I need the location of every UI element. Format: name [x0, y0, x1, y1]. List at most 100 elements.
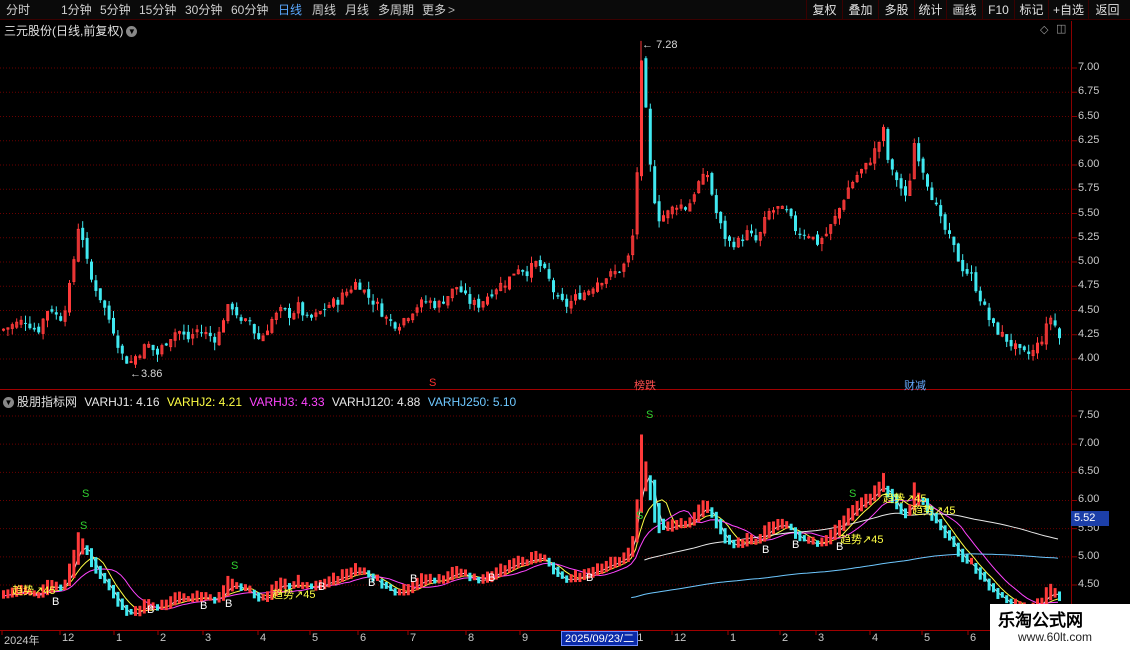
indicator-bar: [534, 550, 538, 564]
candle-body: [248, 320, 252, 322]
sell-signal: S: [849, 488, 856, 500]
indicator-bar: [103, 572, 107, 584]
candle-body: [477, 298, 481, 308]
draw-line-button[interactable]: 画线: [946, 0, 982, 20]
period-tab-weekly[interactable]: 周线: [312, 0, 336, 20]
indicator-bar: [512, 558, 516, 571]
indicator-chart[interactable]: SSSSSSBB B BB B B B BB B B: [0, 391, 1130, 630]
period-tab-30min[interactable]: 30分钟: [185, 0, 222, 20]
stock-title: 三元股份(日线,前复权): [4, 24, 124, 38]
indicator-bar: [824, 535, 828, 547]
candle-body: [81, 227, 85, 240]
selected-date-badge[interactable]: 2025/09/23/二: [561, 631, 639, 646]
period-tab-5min[interactable]: 5分钟: [100, 0, 131, 20]
period-tab-15min[interactable]: 15分钟: [139, 0, 176, 20]
period-tab-multi[interactable]: 多周期: [378, 0, 414, 20]
mark-button[interactable]: 标记: [1014, 0, 1048, 20]
indicator-tick-label: 6.50: [1078, 465, 1100, 478]
period-tab-1min[interactable]: 1分钟: [61, 0, 92, 20]
candle-body: [794, 215, 797, 232]
buy-signal: B: [762, 544, 769, 556]
candle-body: [393, 322, 397, 329]
diamond-icon[interactable]: ◇: [1040, 23, 1048, 36]
event-marker-s[interactable]: S: [429, 377, 436, 389]
candle-body: [208, 332, 212, 337]
candle-body: [895, 172, 899, 181]
indicator-bar: [459, 568, 463, 577]
indicator-bar: [156, 604, 159, 611]
add-watchlist-button[interactable]: +自选: [1048, 0, 1088, 20]
sell-signal: S: [231, 560, 238, 572]
panel-toggle-icon[interactable]: ◫: [1056, 22, 1066, 35]
candle-body: [970, 272, 973, 274]
indicator-bar: [692, 512, 696, 526]
price-tick-label: 6.00: [1078, 158, 1100, 170]
indicator-bar: [789, 523, 793, 531]
time-tick-label: 3: [205, 632, 212, 644]
stats-button[interactable]: 统计: [914, 0, 946, 20]
adjust-button[interactable]: 复权: [806, 0, 842, 20]
period-tab-monthly[interactable]: 月线: [345, 0, 369, 20]
period-tab-daily[interactable]: 日线: [278, 0, 302, 20]
indicator-bar: [666, 521, 670, 532]
indicator-bar: [406, 584, 410, 596]
indicator-bar: [556, 566, 560, 577]
candle-body: [899, 178, 903, 189]
candle-body: [552, 280, 555, 293]
period-tab-more[interactable]: 更多 >: [422, 0, 455, 20]
indicator-bar: [543, 554, 547, 562]
indicator-bar: [578, 572, 582, 583]
period-tab-60min[interactable]: 60分钟: [231, 0, 268, 20]
indicator-bar: [679, 518, 683, 529]
indicator-bar: [833, 524, 837, 541]
indicator-bar: [754, 538, 758, 545]
candle-body: [459, 286, 463, 293]
time-tick-label: 12: [674, 632, 687, 644]
price-tick-label: 4.75: [1078, 279, 1100, 292]
candle-body: [336, 299, 340, 305]
indicator-bar: [358, 567, 362, 576]
candle-body: [538, 260, 542, 267]
chevron-down-icon[interactable]: ▼: [126, 26, 138, 38]
back-button[interactable]: 返回: [1088, 0, 1126, 20]
trend-label-5: 趋势↗45: [12, 585, 56, 597]
time-tick-label: 4: [260, 632, 267, 644]
indicator-bar: [970, 557, 973, 565]
indicator-bar: [112, 584, 115, 599]
indicator-bar: [684, 520, 687, 529]
indicator-bar: [217, 591, 221, 603]
indicator-bar: [648, 475, 652, 501]
indicator-tick-label: 4.50: [1078, 577, 1100, 590]
candlestick-chart[interactable]: [0, 21, 1130, 390]
indicator-bar: [424, 574, 428, 586]
candle-body: [24, 322, 27, 324]
indicator-bar: [120, 598, 124, 610]
indicator-bar: [72, 549, 76, 579]
indicator-bar: [851, 505, 855, 521]
candle-body: [32, 327, 36, 330]
indicator-bar: [178, 591, 181, 604]
candle-body: [978, 290, 982, 302]
indicator-bar: [81, 538, 85, 555]
period-tab-timeshare[interactable]: 分时: [6, 0, 30, 20]
indicator-bar: [230, 578, 234, 592]
multi-stock-button[interactable]: 多股: [878, 0, 914, 20]
watermark-url: www.60lt.com: [1018, 630, 1093, 644]
indicator-bar: [758, 534, 762, 544]
candle-body: [556, 295, 560, 297]
candle-body: [1053, 320, 1057, 326]
indicator-bar: [472, 573, 476, 581]
indicator-bar: [76, 532, 80, 565]
f10-button[interactable]: F10: [982, 0, 1014, 20]
overlay-button[interactable]: 叠加: [842, 0, 878, 20]
candle-body: [310, 314, 313, 318]
candle-body: [116, 335, 120, 348]
indicator-bar: [208, 594, 212, 601]
candle-body: [59, 316, 63, 321]
candle-body: [886, 129, 890, 160]
indicator-bar: [129, 608, 133, 615]
price-axis: 7.00 6.75 6.50 6.25 6.00 5.75 5.50 5.25 5.00 4.75…: [1072, 21, 1130, 390]
indicator-bar: [767, 521, 771, 539]
indicator-bar: [600, 563, 604, 574]
candle-body: [653, 166, 657, 204]
